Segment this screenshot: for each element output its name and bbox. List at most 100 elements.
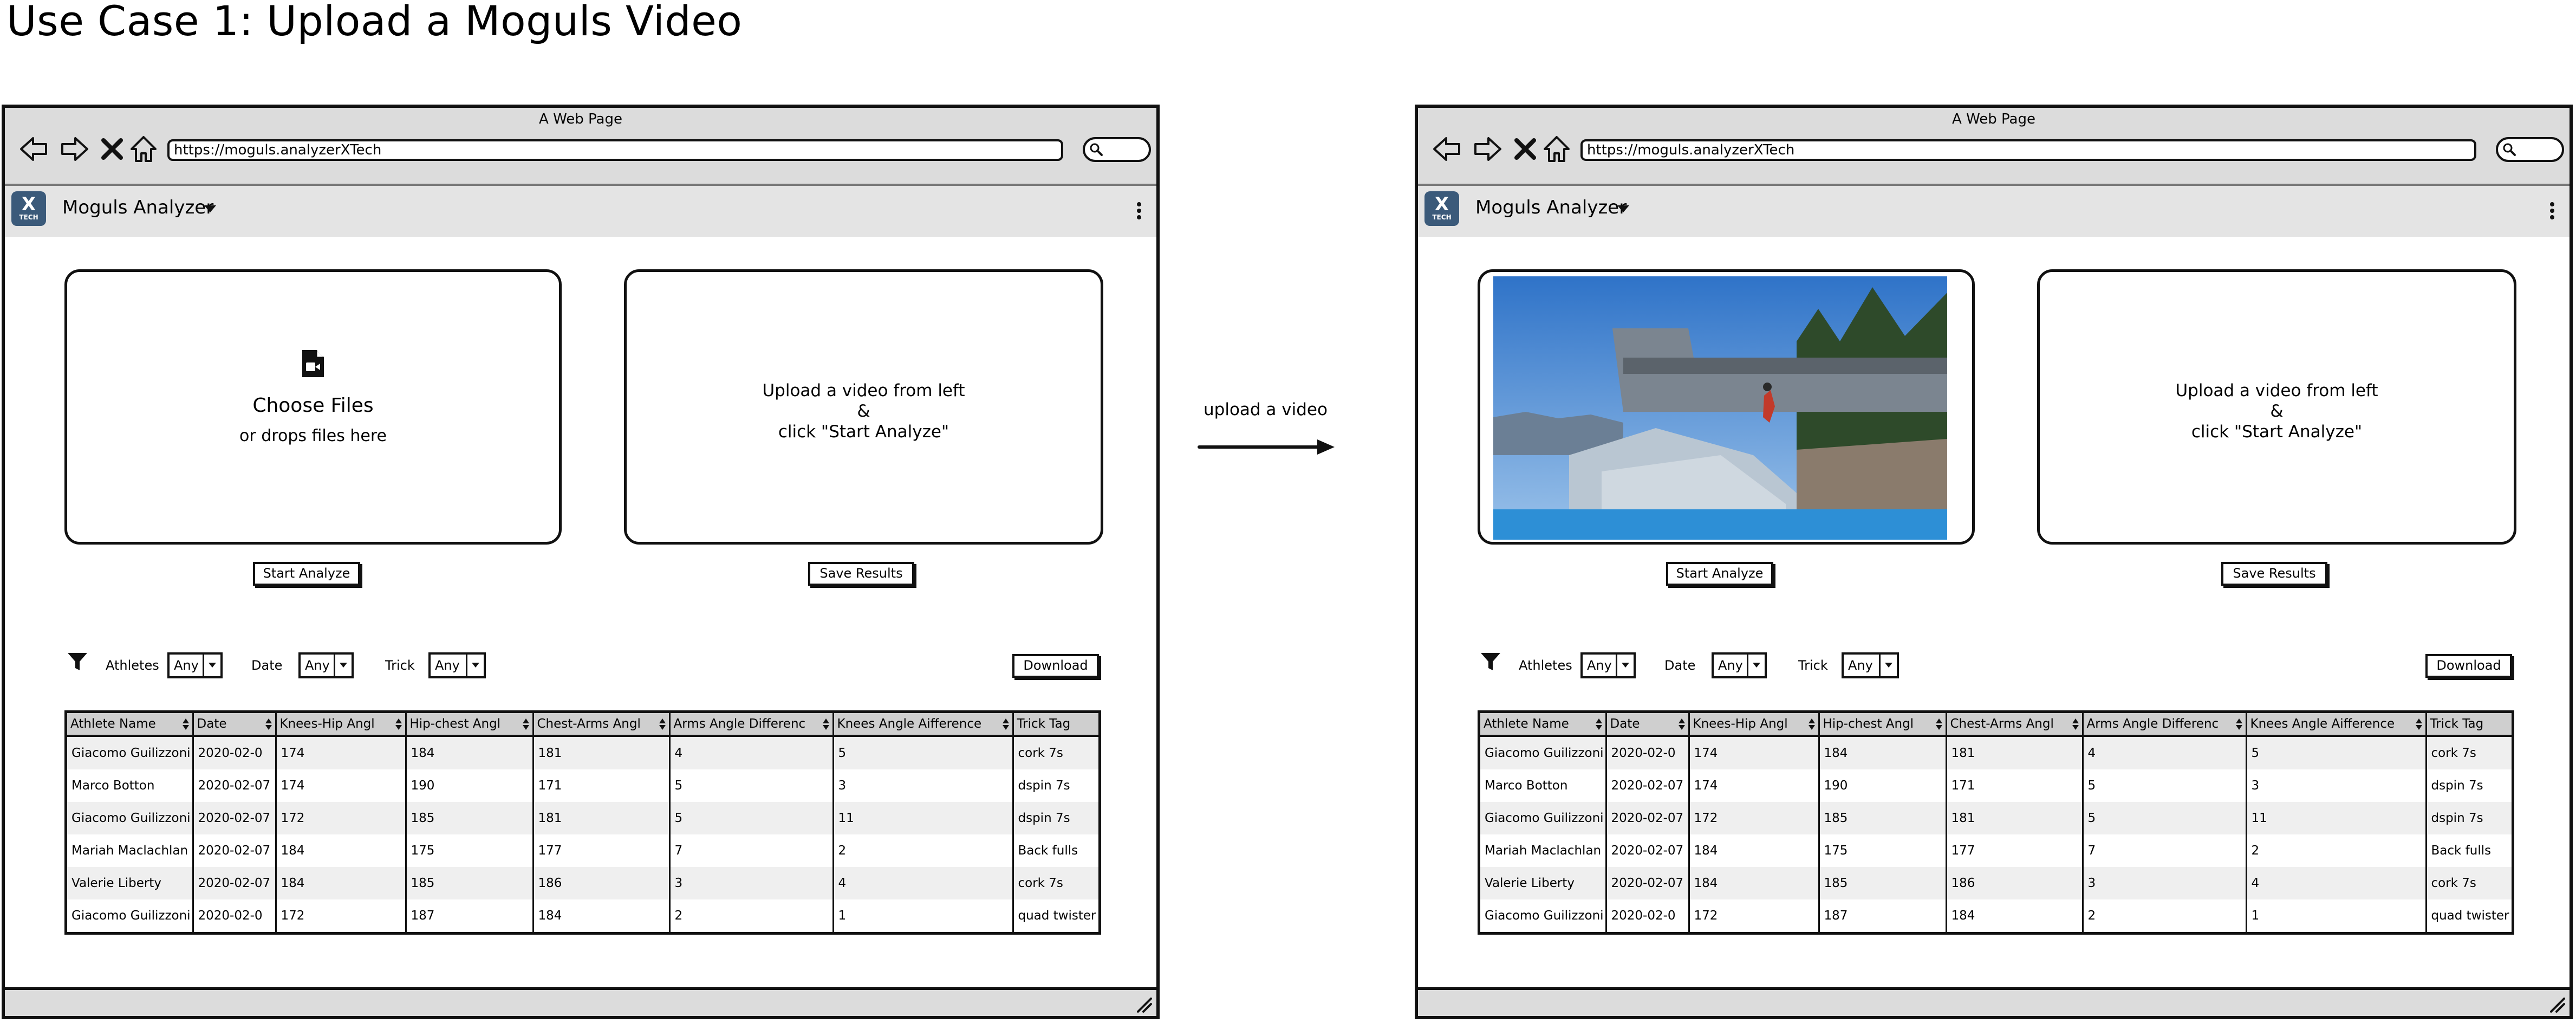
back-arrow-icon[interactable]	[1430, 132, 1465, 166]
more-options-icon[interactable]	[1137, 202, 1141, 222]
close-icon[interactable]	[1508, 132, 1543, 166]
browser-search-field[interactable]	[2496, 137, 2564, 162]
table-row[interactable]: Giacomo Guilizzoni 2020-02-0 174 184 181 4 5 co…	[1480, 736, 2512, 769]
sort-icon[interactable]	[1678, 718, 1685, 730]
filter-athletes-label: Athletes	[1519, 658, 1572, 673]
close-icon[interactable]	[95, 132, 129, 166]
forward-arrow-icon[interactable]	[1470, 132, 1505, 166]
filter-trick-label: Trick	[1798, 658, 1828, 673]
filter-icon[interactable]	[1479, 650, 1502, 674]
table-row[interactable]: Mariah Maclachlan 2020-02-07 184 175 177 7 2 Ba…	[67, 834, 1098, 867]
instruction-line-1: Upload a video from left	[762, 381, 965, 400]
column-header[interactable]: Athlete Name	[67, 713, 194, 737]
filter-trick-select[interactable]: Any	[1842, 652, 1899, 678]
column-header[interactable]: Arms Angle Differenc	[2083, 713, 2247, 737]
chevron-down-icon[interactable]	[1617, 205, 1629, 212]
choose-files-label[interactable]: Choose Files	[67, 393, 559, 418]
column-header[interactable]: Trick Tag	[2426, 713, 2512, 737]
chevron-down-icon	[1879, 655, 1897, 676]
app-logo: X TECH	[11, 191, 46, 226]
table-row[interactable]: Marco Botton 2020-02-07 174 190 171 5 3 dspin 7…	[1480, 769, 2512, 802]
table-row[interactable]: Valerie Liberty 2020-02-07 184 185 186 3 4 cork…	[67, 867, 1098, 899]
column-header[interactable]: Chest-Arms Angl	[1946, 713, 2084, 737]
table-row[interactable]: Giacomo Guilizzoni 2020-02-07 172 185 181 5 11…	[67, 802, 1098, 834]
sort-icon[interactable]	[1935, 718, 1942, 730]
filter-athletes-select[interactable]: Any	[167, 652, 223, 678]
app-name[interactable]: Moguls Analyzer	[62, 197, 213, 218]
table-row[interactable]: Giacomo Guilizzoni 2020-02-07 172 185 181 5 11…	[1480, 802, 2512, 834]
start-analyze-button[interactable]: Start Analyze	[1666, 562, 1773, 586]
address-bar[interactable]: https://moguls.analyzerXTech	[1580, 139, 2476, 161]
sort-icon[interactable]	[2072, 718, 2079, 730]
instruction-line-1: Upload a video from left	[2175, 381, 2378, 400]
app-name[interactable]: Moguls Analyzer	[1475, 197, 1627, 218]
table-row[interactable]: Mariah Maclachlan 2020-02-07 184 175 177 7 2 Ba…	[1480, 834, 2512, 867]
filter-athletes-select[interactable]: Any	[1580, 652, 1636, 678]
sort-icon[interactable]	[1595, 718, 1602, 730]
flow-arrow-icon	[1198, 439, 1335, 455]
column-header[interactable]: Hip-chest Angl	[406, 713, 534, 737]
column-header[interactable]: Date	[193, 713, 277, 737]
column-header[interactable]: Date	[1606, 713, 1690, 737]
instruction-line-2: &	[857, 402, 870, 421]
home-icon[interactable]	[1539, 132, 1574, 166]
table-row[interactable]: Giacomo Guilizzoni 2020-02-0 172 187 184 2 1 qu…	[67, 899, 1098, 932]
start-analyze-button[interactable]: Start Analyze	[253, 562, 360, 586]
video-file-icon	[302, 350, 324, 377]
browser-statusbar	[5, 987, 1156, 1016]
filter-date-select[interactable]: Any	[298, 652, 354, 678]
home-icon[interactable]	[126, 132, 161, 166]
filter-date-select[interactable]: Any	[1712, 652, 1767, 678]
browser-statusbar	[1418, 987, 2570, 1016]
sort-icon[interactable]	[2415, 718, 2422, 730]
chevron-down-icon	[203, 655, 220, 676]
filter-icon[interactable]	[66, 650, 89, 674]
sort-icon[interactable]	[522, 718, 529, 730]
more-options-icon[interactable]	[2550, 202, 2554, 222]
sort-icon[interactable]	[182, 718, 189, 730]
browser-search-field[interactable]	[1083, 137, 1151, 162]
chevron-down-icon	[466, 655, 484, 676]
download-button[interactable]: Download	[2425, 654, 2512, 678]
filter-date-label: Date	[251, 658, 283, 673]
column-header[interactable]: Knees-Hip Angl	[1689, 713, 1820, 737]
sort-icon[interactable]	[395, 718, 402, 730]
sort-icon[interactable]	[1808, 718, 1815, 730]
filter-trick-select[interactable]: Any	[428, 652, 486, 678]
browser-window-before: A Web Page https://moguls.analyzerXTech …	[2, 105, 1160, 1019]
flow-label: upload a video	[1204, 400, 1328, 419]
page-title: Use Case 1: Upload a Moguls Video	[6, 0, 743, 45]
table-row[interactable]: Giacomo Guilizzoni 2020-02-0 174 184 181 4 5 co…	[67, 736, 1098, 769]
back-arrow-icon[interactable]	[17, 132, 51, 166]
uploaded-video-thumbnail[interactable]	[1493, 276, 1947, 540]
download-button[interactable]: Download	[1012, 654, 1099, 678]
resize-grip-icon[interactable]	[2548, 995, 2566, 1014]
resize-grip-icon[interactable]	[1135, 995, 1153, 1014]
video-preview-panel[interactable]	[1478, 269, 1975, 545]
sort-icon[interactable]	[265, 718, 272, 730]
table-row[interactable]: Valerie Liberty 2020-02-07 184 185 186 3 4 cork…	[1480, 867, 2512, 899]
forward-arrow-icon[interactable]	[57, 132, 92, 166]
sort-icon[interactable]	[1002, 718, 1009, 730]
search-icon	[1090, 143, 1103, 156]
address-bar[interactable]: https://moguls.analyzerXTech	[167, 139, 1063, 161]
column-header[interactable]: Arms Angle Differenc	[669, 713, 834, 737]
column-header[interactable]: Trick Tag	[1013, 713, 1098, 737]
column-header[interactable]: Knees-Hip Angl	[276, 713, 407, 737]
table-row[interactable]: Giacomo Guilizzoni 2020-02-0 172 187 184 2 1 qu…	[1480, 899, 2512, 932]
sort-icon[interactable]	[822, 718, 829, 730]
browser-window-after: A Web Page https://moguls.analyzerXTech …	[1415, 105, 2573, 1019]
sort-icon[interactable]	[2235, 718, 2242, 730]
column-header[interactable]: Hip-chest Angl	[1819, 713, 1947, 737]
save-results-button[interactable]: Save Results	[2221, 562, 2327, 586]
app-bar: X TECH Moguls Analyzer	[5, 184, 1156, 237]
table-row[interactable]: Marco Botton 2020-02-07 174 190 171 5 3 dspin 7…	[67, 769, 1098, 802]
file-upload-dropzone[interactable]: Choose Files or drops files here	[64, 269, 562, 545]
save-results-button[interactable]: Save Results	[808, 562, 914, 586]
column-header[interactable]: Chest-Arms Angl	[533, 713, 671, 737]
column-header[interactable]: Athlete Name	[1480, 713, 1607, 737]
sort-icon[interactable]	[659, 718, 666, 730]
column-header[interactable]: Knees Angle Aifference	[833, 713, 1014, 737]
chevron-down-icon[interactable]	[204, 205, 216, 212]
column-header[interactable]: Knees Angle Aifference	[2246, 713, 2427, 737]
